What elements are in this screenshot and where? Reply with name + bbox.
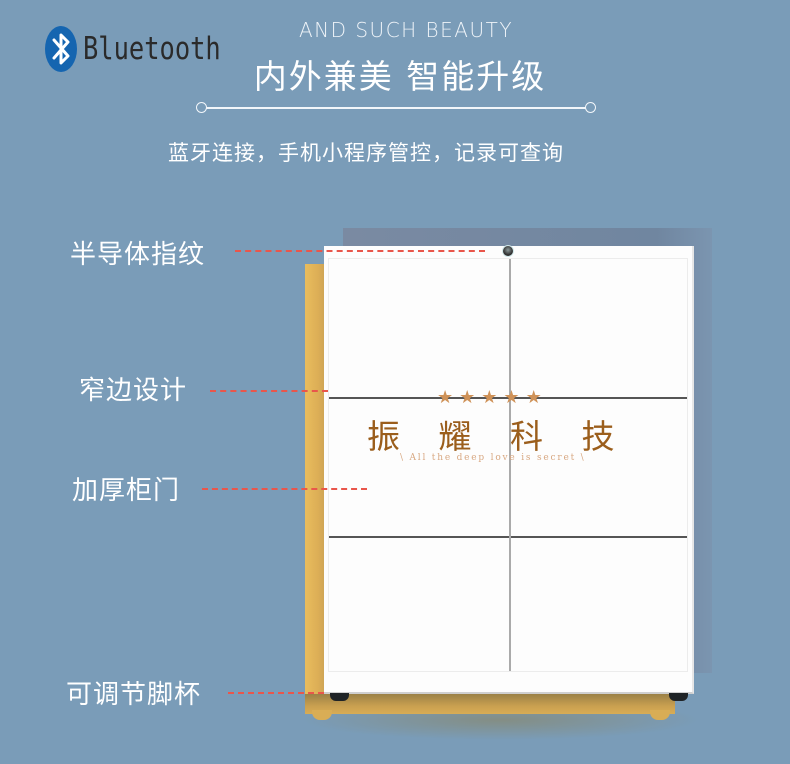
brand-slogan: \ All the deep love is secret \ (400, 453, 586, 463)
star-icon: ★ (481, 387, 498, 408)
feature-description: 蓝牙连接，手机小程序管控，记录可查询 (168, 141, 564, 165)
adjustable-foot-right (669, 693, 688, 701)
cabinet-frame-base (305, 694, 675, 714)
leader-line-thick-door (202, 488, 367, 490)
star-icon: ★ (525, 387, 542, 408)
feature-label-thick-door: 加厚柜门 (72, 476, 181, 506)
shelf-line-lower (329, 536, 687, 538)
feature-label-fingerprint: 半导体指纹 (70, 240, 206, 270)
brand-stars: ★ ★ ★ ★ ★ (437, 389, 542, 407)
feature-label-narrow-frame: 窄边设计 (79, 376, 188, 406)
subtitle-en: AND SUCH BEAUTY (298, 18, 514, 42)
page-title: 内外兼美 智能升级 (253, 57, 547, 96)
cabinet-door-panel (328, 258, 688, 672)
leader-line-narrow-frame (210, 390, 328, 392)
divider-line (206, 107, 586, 109)
fingerprint-sensor-icon (503, 246, 513, 256)
brand-name: 振 耀 科 技 (367, 417, 629, 456)
feature-label-adjustable-feet: 可调节脚杯 (66, 680, 202, 710)
cabinet-door (324, 246, 694, 694)
title-divider (196, 102, 596, 114)
star-icon: ★ (459, 387, 476, 408)
door-split-line (509, 259, 511, 671)
adjustable-foot-left (330, 693, 349, 701)
divider-dot-right (585, 102, 596, 113)
star-icon: ★ (437, 387, 454, 408)
leader-line-fingerprint (235, 250, 485, 252)
leader-line-adjustable-feet (228, 692, 324, 694)
star-icon: ★ (503, 387, 520, 408)
